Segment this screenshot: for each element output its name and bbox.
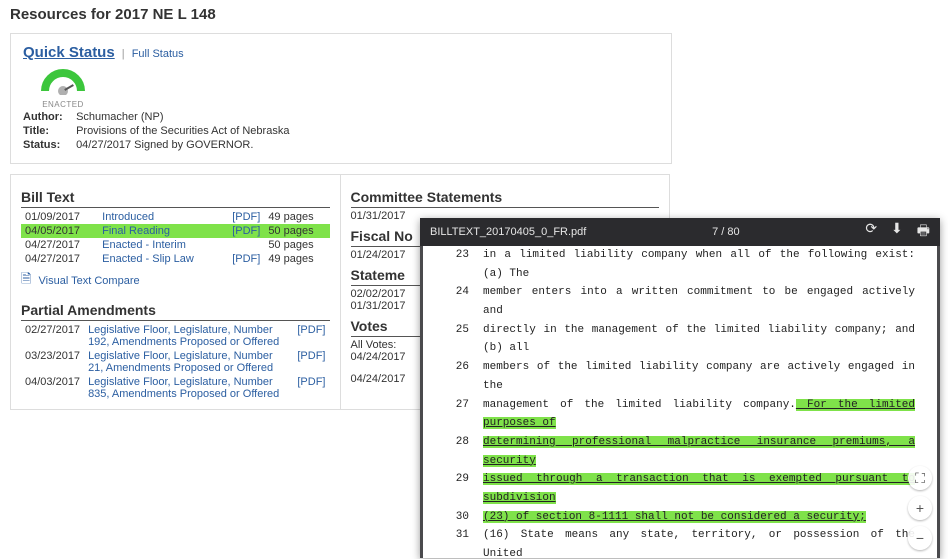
bill-text-row: 01/09/2017 Introduced [PDF] 49 pages (21, 210, 330, 224)
bill-text-column: Bill Text 01/09/2017 Introduced [PDF] 49 pa… (10, 174, 341, 410)
quick-status-box: Quick Status | Full Status ENACTED Autho… (10, 33, 672, 164)
full-status-link[interactable]: Full Status (132, 48, 184, 60)
title-label: Title: (23, 125, 73, 137)
pdf-link[interactable]: [PDF] (232, 253, 260, 265)
rotate-icon[interactable]: ⟳ (865, 220, 877, 244)
enacted-label: ENACTED (33, 100, 93, 109)
pdf-body[interactable]: 23in a limited liability company when al… (420, 246, 940, 558)
pdf-page-indicator[interactable]: 7 / 80 (598, 226, 853, 238)
pdf-line: 29issued through a transaction that is e… (445, 470, 915, 507)
amendment-link[interactable]: Legislative Floor, Legislature, Number 2… (88, 350, 273, 374)
separator: | (122, 48, 125, 60)
pdf-float-controls: ⛶ + − (908, 466, 932, 550)
pdf-line: 25directly in the management of the limi… (445, 321, 915, 358)
zoom-in-icon[interactable]: + (908, 496, 932, 520)
bill-version-link[interactable]: Enacted - Interim (102, 239, 186, 251)
bill-pages: 50 pages (264, 224, 329, 238)
amendment-row: 04/03/2017Legislative Floor, Legislature… (21, 375, 330, 401)
amend-date: 02/27/2017 (21, 323, 84, 349)
amend-date: 04/03/2017 (21, 375, 84, 401)
author-label: Author: (23, 111, 73, 123)
status-value: 04/27/2017 Signed by GOVERNOR. (76, 139, 253, 151)
quick-status-heading[interactable]: Quick Status (23, 44, 115, 61)
print-icon[interactable]: 🖶 (917, 220, 930, 244)
amendments-table: 02/27/2017Legislative Floor, Legislature… (21, 323, 330, 401)
bill-version-link[interactable]: Introduced (102, 211, 154, 223)
pdf-page-7: 23in a limited liability company when al… (423, 246, 937, 558)
enacted-gauge-icon (41, 69, 85, 95)
amendment-link[interactable]: Legislative Floor, Legislature, Number 8… (88, 376, 279, 400)
pdf-line: 30(23) of section 8-1111 shall not be co… (445, 508, 915, 527)
bill-pages: 50 pages (264, 238, 329, 252)
bill-date: 04/27/2017 (21, 252, 98, 266)
bill-text-table: 01/09/2017Introduced[PDF]49 pages04/05/2… (21, 210, 330, 266)
pdf-line: 24member enters into a written commitmen… (445, 283, 915, 320)
bill-date: 04/05/2017 (21, 224, 98, 238)
pdf-link[interactable]: [PDF] (232, 225, 260, 237)
partial-amendments-heading: Partial Amendments (21, 302, 330, 321)
committee-heading: Committee Statements (351, 189, 660, 208)
pdf-line: 23in a limited liability company when al… (445, 246, 915, 283)
bill-text-row: 04/27/2017 Enacted - Interim 50 pages (21, 238, 330, 252)
fit-icon[interactable]: ⛶ (908, 466, 932, 490)
amend-date: 03/23/2017 (21, 349, 84, 375)
download-icon[interactable]: ⬇ (891, 220, 903, 244)
zoom-out-icon[interactable]: − (908, 526, 932, 550)
amendment-row: 03/23/2017Legislative Floor, Legislature… (21, 349, 330, 375)
pdf-link[interactable]: [PDF] (297, 324, 325, 336)
page-title: Resources for 2017 NE L 148 (10, 6, 938, 23)
pdf-viewer: BILLTEXT_20170405_0_FR.pdf 7 / 80 ⟳ ⬇ 🖶 … (420, 218, 940, 558)
bill-text-heading: Bill Text (21, 189, 330, 208)
pdf-filename: BILLTEXT_20170405_0_FR.pdf (430, 226, 586, 238)
bill-pages: 49 pages (264, 252, 329, 266)
bill-version-link[interactable]: Enacted - Slip Law (102, 253, 194, 265)
pdf-toolbar: BILLTEXT_20170405_0_FR.pdf 7 / 80 ⟳ ⬇ 🖶 (420, 218, 940, 246)
pdf-line: 26members of the limited liability compa… (445, 358, 915, 395)
bill-version-link[interactable]: Final Reading (102, 225, 170, 237)
pdf-link[interactable]: [PDF] (297, 350, 325, 362)
bill-date: 04/27/2017 (21, 238, 98, 252)
pdf-line: 31 (16) State means any state, territory… (445, 526, 915, 558)
title-value: Provisions of the Securities Act of Nebr… (76, 125, 289, 137)
status-label: Status: (23, 139, 73, 151)
amendment-row: 02/27/2017Legislative Floor, Legislature… (21, 323, 330, 349)
bill-text-row: 04/05/2017 Final Reading [PDF] 50 pages (21, 224, 330, 238)
pdf-link[interactable]: [PDF] (297, 376, 325, 388)
author-value: Schumacher (NP) (76, 111, 163, 123)
bill-pages: 49 pages (264, 210, 329, 224)
bill-text-row: 04/27/2017 Enacted - Slip Law [PDF] 49 page… (21, 252, 330, 266)
pdf-link[interactable]: [PDF] (232, 211, 260, 223)
visual-text-compare-link[interactable]: Visual Text Compare (39, 275, 140, 287)
bill-date: 01/09/2017 (21, 210, 98, 224)
compare-icon: 🗎 (21, 271, 31, 286)
pdf-line: 27management of the limited liability co… (445, 396, 915, 433)
pdf-line: 28determining professional malpractice i… (445, 433, 915, 470)
amendment-link[interactable]: Legislative Floor, Legislature, Number 1… (88, 324, 279, 348)
